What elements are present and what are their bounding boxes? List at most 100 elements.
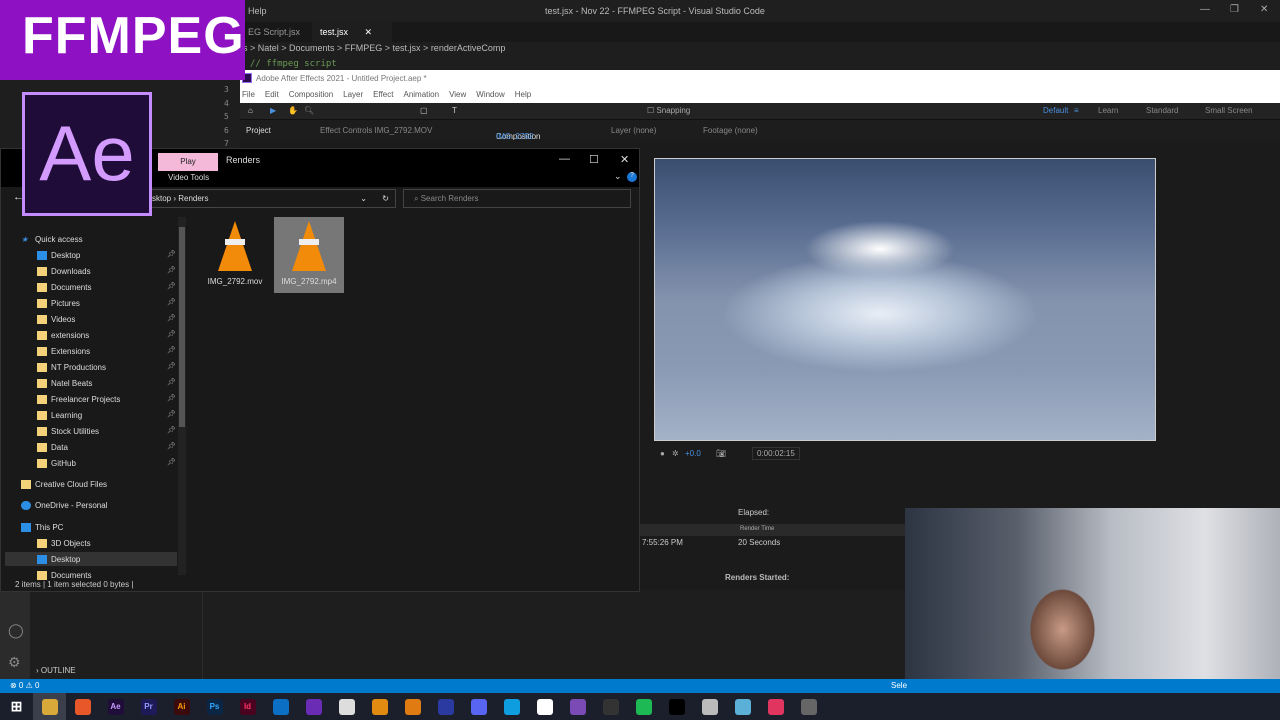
restore-icon[interactable]: ❐ <box>1230 4 1239 15</box>
tab-ffmpeg-script[interactable]: EG Script.jsx <box>240 22 308 42</box>
taskbar-app-icon[interactable] <box>330 693 363 720</box>
nav-item[interactable]: This PC <box>21 520 63 534</box>
outline-section[interactable]: › OUTLINE <box>36 666 76 675</box>
home-icon[interactable]: ⌂ <box>248 106 253 115</box>
nav-scrollbar[interactable] <box>178 217 186 575</box>
menu-animation[interactable]: Animation <box>403 90 439 101</box>
taskbar-explorer-icon[interactable] <box>33 693 66 720</box>
menu-effect[interactable]: Effect <box>373 90 393 101</box>
timecode[interactable]: 0:00:02:15 <box>752 447 800 460</box>
minimize-icon[interactable]: — <box>1200 4 1210 15</box>
composition-viewer[interactable] <box>654 158 1156 441</box>
help-icon[interactable]: ? <box>627 172 637 182</box>
menu-help[interactable]: Help <box>515 90 531 101</box>
pin-icon[interactable]: 📌︎ <box>167 378 176 386</box>
nav-item[interactable]: Natel Beats <box>37 376 92 390</box>
taskbar-brave-icon[interactable] <box>66 693 99 720</box>
tab-project[interactable]: Project <box>246 126 271 135</box>
taskbar-visual-studio-icon[interactable] <box>297 693 330 720</box>
nav-item[interactable]: NT Productions <box>37 360 106 374</box>
nav-item[interactable]: OneDrive - Personal <box>21 498 107 512</box>
taskbar-ps-icon[interactable]: Ps <box>198 693 231 720</box>
chevron-down-icon[interactable]: ⌄ <box>360 194 367 203</box>
nav-item[interactable]: Extensions <box>37 344 90 358</box>
taskbar-app-icon[interactable] <box>429 693 462 720</box>
taskbar-creative-cloud-icon[interactable] <box>759 693 792 720</box>
snapshot-icon[interactable]: 📷︎ <box>716 449 726 458</box>
taskbar-skype-icon[interactable] <box>495 693 528 720</box>
taskbar-fl-studio-icon[interactable] <box>396 693 429 720</box>
taskbar-sublime-icon[interactable] <box>363 693 396 720</box>
breadcrumb[interactable]: rs > Natel > Documents > FFMPEG > test.j… <box>240 43 505 53</box>
maximize-icon[interactable]: ☐ <box>589 153 599 166</box>
workspace-learn[interactable]: Learn <box>1098 106 1118 115</box>
pin-icon[interactable]: 📌︎ <box>167 410 176 418</box>
vscode-menu-help[interactable]: Help <box>248 6 267 16</box>
nav-item[interactable]: ★ Quick access <box>21 232 83 246</box>
nav-item[interactable]: Downloads <box>37 264 91 278</box>
gear-icon[interactable]: ⚙ <box>8 654 21 671</box>
nav-item[interactable]: 3D Objects <box>37 536 91 550</box>
tab-effect-controls[interactable]: Effect Controls IMG_2792.MOV <box>320 126 432 135</box>
file-item[interactable]: IMG_2792.mov <box>200 217 270 293</box>
taskbar-app-icon[interactable] <box>693 693 726 720</box>
status-right[interactable]: Sele <box>891 681 907 690</box>
account-icon[interactable]: ◯ <box>8 622 24 639</box>
nav-item[interactable]: Desktop <box>37 248 80 262</box>
nav-item[interactable]: Freelancer Projects <box>37 392 120 406</box>
exposure-value[interactable]: +0.0 <box>685 449 701 458</box>
menu-window[interactable]: Window <box>476 90 504 101</box>
nav-item[interactable]: Stock Utilities <box>37 424 99 438</box>
pin-icon[interactable]: 📌︎ <box>167 250 176 258</box>
pin-icon[interactable]: 📌︎ <box>167 362 176 370</box>
taskbar-start-icon[interactable]: ⊞ <box>0 693 33 720</box>
workspace-menu-icon[interactable]: ≡ <box>1074 106 1079 115</box>
nav-item[interactable]: Desktop <box>5 552 177 566</box>
nav-item[interactable]: Data <box>37 440 68 454</box>
workspace-standard[interactable]: Standard <box>1146 106 1178 115</box>
selection-tool-icon[interactable]: ▶ <box>270 106 276 115</box>
taskbar-slack-icon[interactable] <box>528 693 561 720</box>
taskbar-pr-icon[interactable]: Pr <box>132 693 165 720</box>
file-item-selected[interactable]: IMG_2792.mp4 <box>274 217 344 293</box>
hand-tool-icon[interactable]: ✋ <box>288 106 298 115</box>
pin-icon[interactable]: 📌︎ <box>167 426 176 434</box>
tab-footage[interactable]: Footage (none) <box>703 126 758 135</box>
nav-item[interactable]: GitHub <box>37 456 76 470</box>
pin-icon[interactable]: 📌︎ <box>167 330 176 338</box>
taskbar-ae-icon[interactable]: Ae <box>99 693 132 720</box>
close-icon[interactable]: ✕ <box>1260 4 1268 15</box>
rectangle-tool-icon[interactable]: ▢ <box>420 106 428 115</box>
minimize-icon[interactable]: — <box>559 153 570 165</box>
nav-item[interactable]: Videos <box>37 312 75 326</box>
pin-icon[interactable]: 📌︎ <box>167 458 176 466</box>
search-input[interactable]: ⌕ Search Renders <box>403 189 631 208</box>
snapping-checkbox[interactable]: ☐ Snapping <box>647 106 690 115</box>
workspace-default[interactable]: Default <box>1043 106 1068 115</box>
taskbar-terminal-icon[interactable] <box>660 693 693 720</box>
pin-icon[interactable]: 📌︎ <box>167 282 176 290</box>
pin-icon[interactable]: 📌︎ <box>167 314 176 322</box>
menu-edit[interactable]: Edit <box>265 90 279 101</box>
nav-item[interactable]: Pictures <box>37 296 80 310</box>
code-line[interactable]: // ffmpeg script <box>250 59 337 69</box>
pin-icon[interactable]: 📌︎ <box>167 346 176 354</box>
tab-layer[interactable]: Layer (none) <box>611 126 656 135</box>
taskbar-vs-code-icon[interactable] <box>264 693 297 720</box>
pin-icon[interactable]: 📌︎ <box>167 442 176 450</box>
taskbar-app-icon[interactable] <box>726 693 759 720</box>
taskbar-app-icon[interactable] <box>792 693 825 720</box>
pin-icon[interactable]: 📌︎ <box>167 298 176 306</box>
nav-item[interactable]: Creative Cloud Files <box>21 477 107 491</box>
address-bar[interactable]: sktop › Renders ⌄ ↻ <box>146 189 396 208</box>
menu-view[interactable]: View <box>449 90 466 101</box>
workspace-small-screen[interactable]: Small Screen <box>1205 106 1253 115</box>
zoom-tool-icon[interactable]: 🔍︎ <box>304 106 314 115</box>
refresh-icon[interactable]: ↻ <box>382 194 389 203</box>
exposure-icon[interactable]: ✲ <box>672 449 679 458</box>
menu-file[interactable]: File <box>242 90 255 101</box>
taskbar-spotify-icon[interactable] <box>627 693 660 720</box>
pin-icon[interactable]: 📌︎ <box>167 266 176 274</box>
ribbon-tab-play[interactable]: Play <box>158 153 218 171</box>
tab-test-jsx[interactable]: test.jsx ✕ <box>312 22 392 42</box>
